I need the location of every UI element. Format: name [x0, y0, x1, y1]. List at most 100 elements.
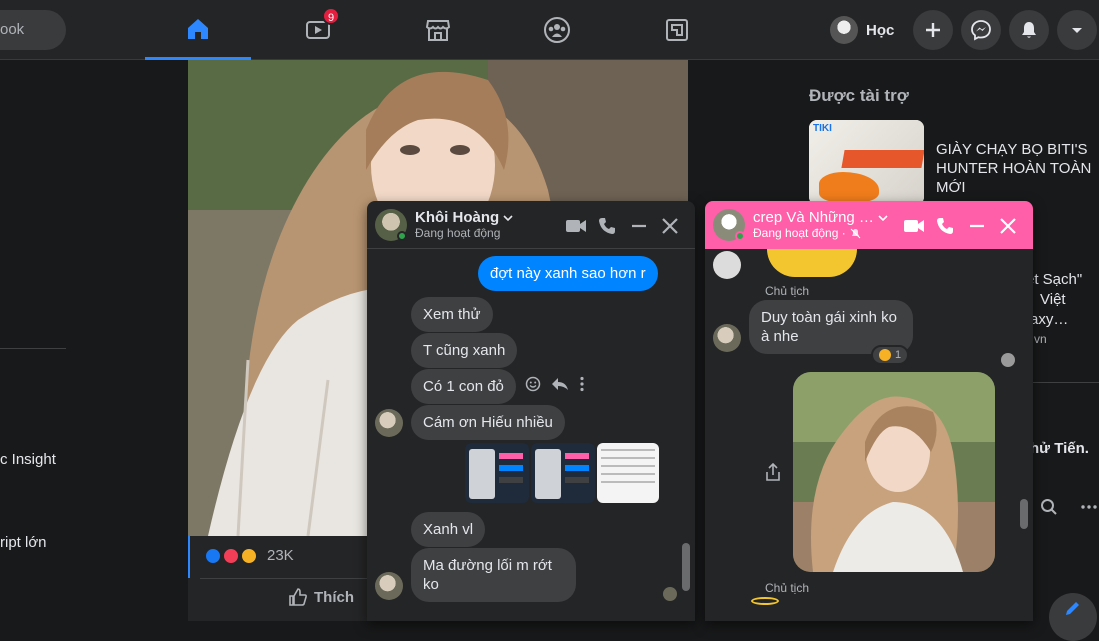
avatar — [830, 16, 858, 44]
online-indicator — [735, 231, 745, 241]
minimize-icon — [970, 224, 984, 228]
scrollbar-thumb[interactable] — [1020, 499, 1028, 529]
tab-marketplace[interactable] — [385, 0, 491, 60]
image-attachment[interactable] — [597, 443, 659, 503]
like-reaction-icon — [204, 547, 222, 565]
minimize-chat-button[interactable] — [966, 215, 988, 237]
chat-name: Khôi Hoàng — [415, 209, 500, 226]
plus-icon — [926, 23, 940, 37]
message-bubble[interactable]: T cũng xanh — [411, 333, 518, 368]
contacts-search-button[interactable] — [1040, 498, 1058, 521]
search-input[interactable]: ook — [0, 10, 66, 50]
sad-reaction-icon — [879, 349, 891, 361]
chat-status: Đang hoạt động — [415, 226, 501, 240]
chevron-down-icon — [878, 214, 888, 221]
chat-window-khoi-hoang: Khôi Hoàng Đang hoạt động đợt này xanh s… — [367, 201, 695, 621]
tab-gaming[interactable] — [624, 0, 730, 60]
close-icon — [662, 218, 678, 234]
chat-scrollbar[interactable] — [1018, 249, 1030, 605]
message-bubble[interactable]: Có 1 con đỏ — [411, 369, 516, 404]
minimize-chat-button[interactable] — [628, 215, 650, 237]
chat-header[interactable]: crep Và Những … Đang hoạt động · — [705, 201, 1033, 249]
notifications-button[interactable] — [1009, 10, 1049, 50]
message-bubble-sent[interactable]: đợt này xanh sao hơn r — [478, 256, 658, 291]
ad-image[interactable]: TIKI — [809, 120, 924, 205]
message-line: ko — [423, 576, 439, 593]
thumbs-up-icon — [289, 588, 307, 606]
muted-bell-icon — [850, 228, 861, 238]
image-message[interactable] — [793, 372, 995, 572]
create-button[interactable] — [913, 10, 953, 50]
sender-label: Chủ tịch — [765, 284, 810, 298]
ad2-line1[interactable]: et Sạch" — [1026, 270, 1082, 289]
sender-label: Chủ tịch — [765, 581, 810, 595]
close-chat-button[interactable] — [659, 215, 681, 237]
tab-watch[interactable]: 9 — [265, 0, 371, 60]
reaction-count[interactable]: 23K — [267, 547, 294, 564]
message-line: Duy toàn gái xinh ko — [761, 309, 897, 326]
avatar[interactable] — [713, 324, 741, 352]
care-reaction-icon — [240, 547, 258, 565]
message-bubble[interactable]: Cám ơn Hiếu nhiều — [411, 405, 565, 440]
phone-icon — [937, 218, 953, 234]
post-focus-indicator — [188, 536, 190, 578]
chat-status: Đang hoạt động · — [753, 226, 846, 240]
sticker[interactable] — [767, 249, 857, 277]
bell-icon — [1022, 22, 1036, 38]
avatar[interactable] — [375, 409, 403, 437]
ad-title[interactable]: GIÀY CHẠY BỌ BITI'S HUNTER HOÀN TOÀN MỚI — [936, 140, 1096, 197]
new-message-button[interactable] — [1049, 593, 1097, 641]
messenger-icon — [971, 20, 991, 41]
avatar[interactable] — [713, 251, 741, 279]
sidebar-divider — [0, 348, 66, 349]
sidebar-item-insight[interactable]: c Insight — [0, 451, 56, 468]
tab-groups[interactable] — [504, 0, 610, 60]
voice-call-button[interactable] — [596, 215, 618, 237]
watch-badge: 9 — [322, 7, 341, 25]
profile-name: Học — [866, 21, 895, 39]
ad2-line2[interactable]: Việt — [1040, 290, 1066, 309]
message-actions — [525, 376, 585, 392]
sticker[interactable] — [751, 597, 779, 605]
profile-button[interactable]: Học — [826, 12, 904, 48]
more-vertical-icon[interactable] — [579, 376, 585, 392]
image-attachment[interactable] — [465, 443, 529, 503]
like-label: Thích — [314, 588, 354, 606]
image-attachment[interactable] — [531, 443, 595, 503]
messenger-button[interactable] — [961, 10, 1001, 50]
top-navigation-bar: ook 9 Học — [0, 0, 1099, 60]
message-bubble[interactable]: Xem thử — [411, 297, 493, 332]
minimize-icon — [632, 224, 646, 228]
reply-icon[interactable] — [551, 376, 569, 392]
video-call-button[interactable] — [903, 215, 925, 237]
voice-call-button[interactable] — [934, 215, 956, 237]
close-chat-button[interactable] — [997, 215, 1019, 237]
reaction-count: 1 — [895, 349, 902, 361]
birthday-text[interactable]: hử Tiến. — [1030, 440, 1089, 457]
ad2-line3[interactable]: axy… — [1030, 310, 1068, 329]
tab-home[interactable] — [145, 0, 251, 60]
scrollbar-thumb[interactable] — [682, 543, 690, 591]
contacts-options-button[interactable] — [1081, 498, 1097, 521]
chat-scrollbar[interactable] — [680, 249, 692, 605]
caret-down-icon — [1072, 28, 1082, 33]
avatar[interactable] — [375, 572, 403, 600]
sidebar-item-script[interactable]: ript lớn — [0, 534, 47, 551]
video-call-button[interactable] — [565, 215, 587, 237]
message-bubble[interactable]: Ma đường lối m rớt ko — [411, 548, 576, 602]
home-icon — [188, 18, 208, 39]
video-camera-icon — [904, 220, 924, 232]
reaction-pill[interactable]: 1 — [871, 345, 910, 365]
chat-window-group: crep Và Những … Đang hoạt động · Chủ tịc… — [705, 201, 1033, 621]
message-bubble[interactable]: Xanh vl — [411, 512, 486, 547]
share-image-button[interactable] — [765, 462, 781, 486]
like-button[interactable]: Thích — [288, 587, 354, 607]
gaming-icon — [666, 19, 688, 41]
seen-avatar — [1001, 353, 1015, 367]
chat-header[interactable]: Khôi Hoàng Đang hoạt động — [367, 201, 695, 249]
chevron-down-icon — [503, 214, 513, 221]
love-reaction-icon — [222, 547, 240, 565]
react-icon[interactable] — [525, 376, 541, 392]
groups-icon — [544, 17, 570, 43]
account-menu-button[interactable] — [1057, 10, 1097, 50]
